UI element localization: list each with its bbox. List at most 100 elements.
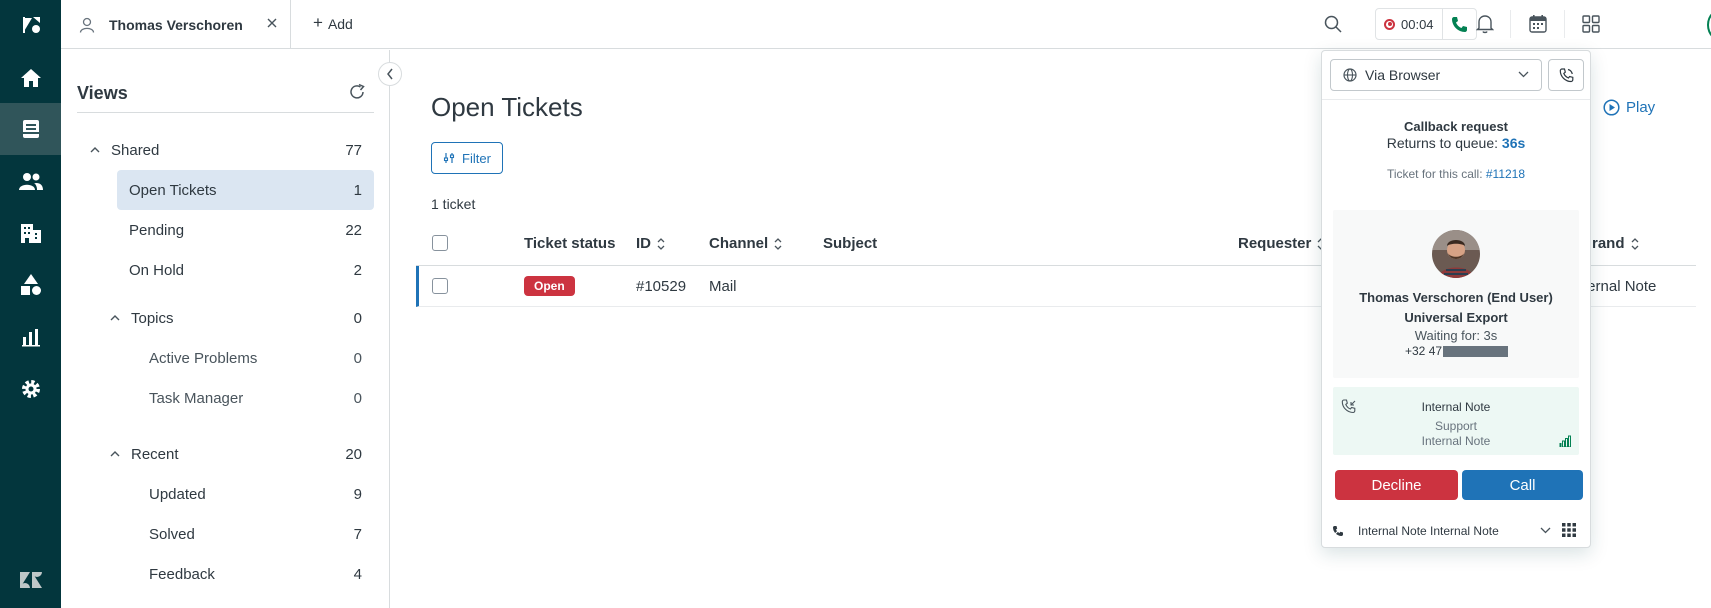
view-item-label: Solved	[149, 525, 195, 543]
ticket-channel: Mail	[709, 278, 737, 295]
ticket-id[interactable]: #10529	[636, 278, 686, 295]
views-group-label: Shared	[111, 141, 160, 159]
product-rail	[0, 0, 61, 608]
view-item-count: 4	[353, 565, 362, 583]
views-group-count: 20	[345, 445, 362, 463]
search-icon[interactable]	[1324, 15, 1342, 33]
zendesk-logo-icon[interactable]	[0, 0, 61, 50]
objects-icon[interactable]	[0, 259, 61, 311]
ticket-count: 1 ticket	[431, 196, 476, 212]
caller-avatar	[1432, 230, 1480, 278]
queue-countdown: Returns to queue: 36s	[1386, 135, 1526, 151]
column-header-requester[interactable]: Requester	[1238, 235, 1326, 252]
chevron-up-icon	[109, 450, 127, 458]
close-icon[interactable]	[266, 17, 278, 29]
views-group-label: Topics	[131, 309, 174, 327]
via-browser-select[interactable]: Via Browser	[1330, 59, 1542, 91]
organizations-icon[interactable]	[0, 207, 61, 259]
queue-seconds: 36s	[1501, 135, 1526, 151]
chevron-down-icon	[1540, 527, 1551, 534]
call-ticket-link[interactable]: #11218	[1486, 167, 1525, 181]
view-item-label: Task Manager	[149, 389, 244, 407]
user-icon	[79, 17, 95, 33]
call-button[interactable]: Call	[1462, 470, 1583, 500]
plus-icon: +	[313, 13, 323, 32]
callback-title: Callback request	[1403, 119, 1509, 134]
view-item-label: On Hold	[129, 261, 185, 279]
play-circle-icon	[1603, 99, 1626, 116]
chevron-up-icon	[89, 146, 107, 154]
column-header-subject[interactable]: Subject	[823, 235, 877, 252]
views-group-count: 77	[345, 141, 362, 159]
view-item-solved[interactable]: Solved 7	[137, 514, 374, 554]
caller-name: Thomas Verschoren (End User)	[1359, 290, 1553, 305]
column-header-brand[interactable]: rand	[1592, 235, 1640, 252]
view-item-task-manager[interactable]: Task Manager 0	[137, 378, 374, 418]
bell-icon[interactable]	[1476, 14, 1494, 34]
view-item-count: 0	[353, 349, 362, 367]
views-group-label: Recent	[131, 445, 179, 463]
sort-icon	[774, 237, 782, 250]
call-ticket: Ticket for this call: #11218	[1386, 167, 1526, 181]
views-group-topics[interactable]: Topics 0	[77, 298, 374, 338]
home-icon[interactable]	[0, 52, 61, 104]
view-item-count: 2	[353, 261, 362, 279]
views-group-shared[interactable]: Shared 77	[77, 130, 374, 170]
zendesk-z-icon[interactable]	[0, 554, 61, 606]
admin-gear-icon[interactable]	[0, 363, 61, 415]
row-checkbox[interactable]	[432, 278, 448, 294]
call-timer[interactable]: 00:04	[1375, 8, 1477, 40]
view-item-updated[interactable]: Updated 9	[137, 474, 374, 514]
column-header-channel[interactable]: Channel	[709, 235, 783, 252]
views-icon[interactable]	[0, 103, 61, 155]
call-timer-value: 00:04	[1401, 16, 1434, 32]
caller-organization: Universal Export	[1404, 310, 1508, 325]
recording-icon	[1384, 18, 1395, 30]
line-name: Internal Note	[1421, 400, 1491, 414]
view-item-on-hold[interactable]: On Hold 2	[117, 250, 374, 290]
chevron-up-icon	[109, 314, 127, 322]
view-item-pending[interactable]: Pending 22	[117, 210, 374, 250]
collapse-sidebar-button[interactable]	[378, 62, 402, 86]
play-label: Play	[1626, 99, 1656, 116]
line-subtitle: Internal Note	[1421, 434, 1491, 448]
view-item-label: Open Tickets	[129, 181, 217, 199]
views-group-count: 0	[353, 309, 362, 327]
column-header-status[interactable]: Ticket status	[524, 235, 615, 252]
phone-active-icon	[1451, 16, 1468, 33]
refresh-icon[interactable]	[348, 83, 366, 101]
via-label: Via Browser	[1365, 67, 1441, 83]
reporting-icon[interactable]	[0, 311, 61, 363]
top-bar: Thomas Verschoren + Add 00:04	[61, 0, 1711, 49]
call-panel: Via Browser Callback request Returns to …	[1321, 50, 1591, 548]
calendar-icon[interactable]	[1528, 14, 1548, 34]
add-tab-button[interactable]: + Add	[313, 13, 353, 33]
filter-label: Filter	[462, 150, 491, 166]
play-button[interactable]: Play	[1603, 99, 1655, 116]
decline-button[interactable]: Decline	[1335, 470, 1458, 500]
page-title: Open Tickets	[431, 92, 583, 122]
caller-waiting-time: Waiting for: 3s	[1414, 328, 1498, 343]
column-header-id[interactable]: ID	[636, 235, 666, 252]
select-all-checkbox[interactable]	[432, 235, 448, 251]
outbound-line-select[interactable]: Internal Note Internal Note	[1332, 521, 1582, 541]
views-group-recent[interactable]: Recent 20	[77, 434, 374, 474]
caller-phone: +32 47	[1405, 344, 1509, 358]
view-item-open-tickets[interactable]: Open Tickets 1	[117, 170, 374, 210]
phone-settings-button[interactable]	[1548, 59, 1584, 91]
view-item-count: 9	[353, 485, 362, 503]
user-avatar[interactable]	[1707, 7, 1711, 43]
chevron-left-icon	[386, 68, 394, 80]
keypad-icon[interactable]	[1562, 523, 1576, 537]
apps-grid-icon[interactable]	[1582, 15, 1600, 33]
filter-button[interactable]: Filter	[431, 142, 503, 174]
globe-icon	[1343, 68, 1357, 82]
view-item-feedback[interactable]: Feedback 4	[137, 554, 374, 594]
redacted-phone	[1443, 345, 1509, 357]
view-item-label: Pending	[129, 221, 185, 239]
view-item-active-problems[interactable]: Active Problems 0	[137, 338, 374, 378]
view-item-label: Active Problems	[149, 349, 258, 367]
tab-thomas-verschoren[interactable]: Thomas Verschoren	[61, 0, 291, 49]
phone-icon	[1559, 67, 1574, 83]
customers-icon[interactable]	[0, 155, 61, 207]
